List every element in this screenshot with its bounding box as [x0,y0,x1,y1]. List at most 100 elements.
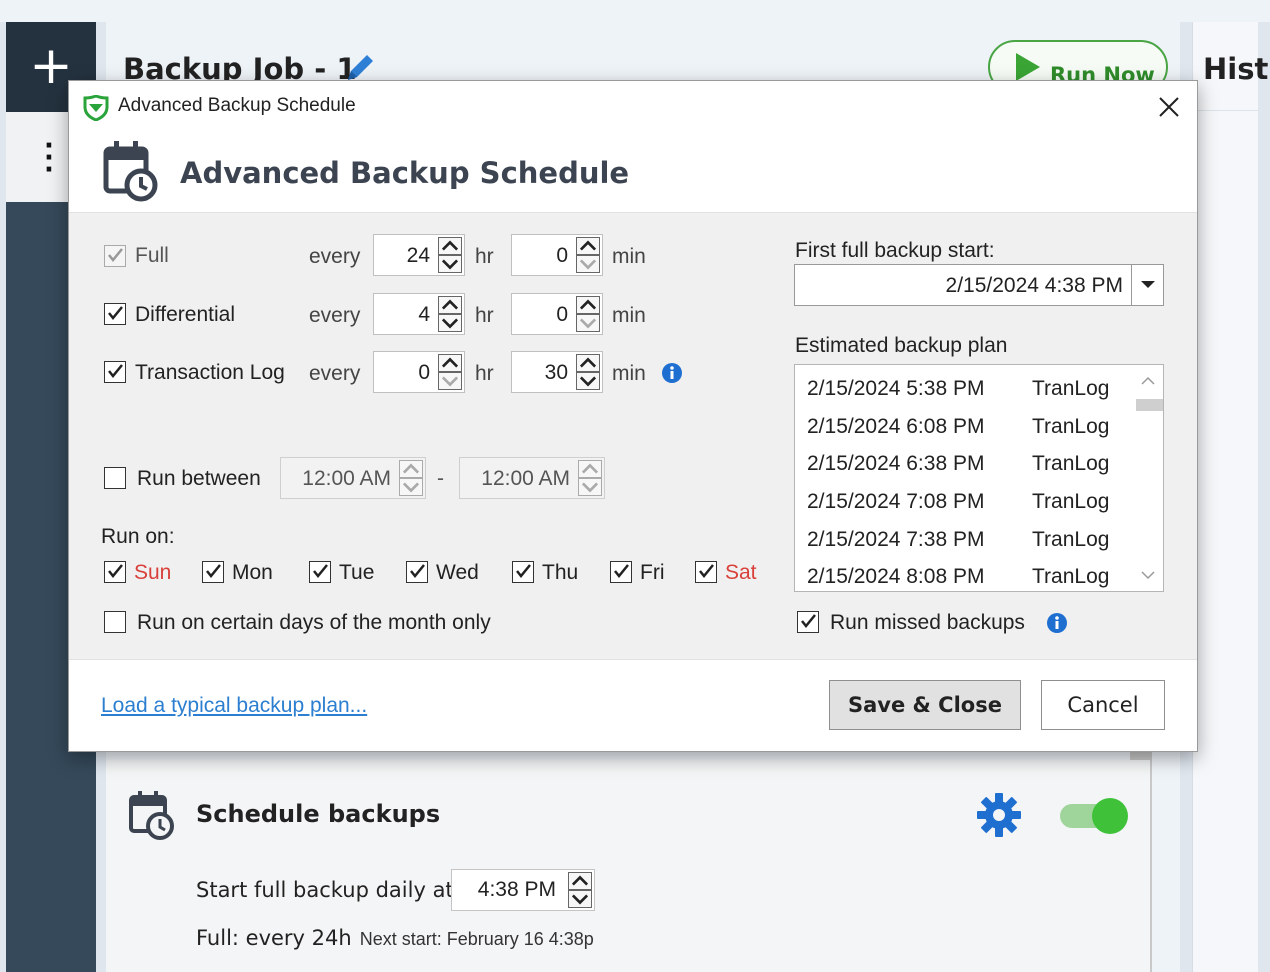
tranlog-min-label: min [612,362,646,385]
run-between-start-up-button[interactable] [399,460,423,478]
day-fri-label: Fri [640,561,665,584]
day-sun-checkbox[interactable] [104,561,126,583]
day-tue-label: Tue [339,561,375,584]
shield-logo-icon [83,95,109,121]
next-start-text: Next start: February 16 4:38p [359,929,594,949]
calendar-clock-icon [129,791,174,840]
run-between-start-value: 12:00 AM [302,467,391,490]
schedule-toggle[interactable] [1060,798,1130,834]
tranlog-hours-spinner[interactable]: 0 [373,351,465,393]
estimated-plan-label: Estimated backup plan [795,334,1008,357]
dialog-window-title: Advanced Backup Schedule [118,95,356,116]
tranlog-checkbox[interactable] [104,361,126,383]
tranlog-every-label: every [309,362,361,385]
top-strip [0,0,1270,22]
day-wed-label: Wed [436,561,479,584]
history-title: Hist [1203,52,1269,86]
schedule-title: Schedule backups [196,800,441,828]
save-close-button[interactable]: Save & Close [829,680,1021,730]
history-panel [1192,22,1259,972]
tranlog-minutes-value: 30 [544,361,568,384]
full-hours-down-button[interactable] [438,255,462,273]
differential-minutes-value: 0 [556,303,568,326]
full-hours-up-button[interactable] [438,237,462,255]
tranlog-hours-down-button[interactable] [438,372,462,390]
run-between-end-spinner[interactable]: 12:00 AM [459,457,605,499]
day-fri-checkbox[interactable] [610,561,632,583]
gear-icon[interactable] [976,792,1022,838]
full-minutes-up-button[interactable] [576,237,600,255]
load-typical-plan-link[interactable]: Load a typical backup plan... [101,694,367,718]
differential-hours-value: 4 [418,303,430,326]
differential-label: Differential [135,303,235,326]
full-checkbox[interactable] [104,245,126,267]
first-full-datetime-picker[interactable]: 2/15/2024 4:38 PM [794,264,1164,306]
first-full-value: 2/15/2024 4:38 PM [945,274,1123,297]
plan-list-scrollbar[interactable] [1133,365,1163,591]
run-between-start-down-button[interactable] [399,478,423,496]
differential-minutes-up-button[interactable] [576,296,600,314]
dialog-header-title: Advanced Backup Schedule [180,156,630,190]
differential-hours-up-button[interactable] [438,296,462,314]
run-between-start-spinner[interactable]: 12:00 AM [280,457,426,499]
run-between-label: Run between [137,467,261,490]
chevron-down-icon[interactable] [1131,265,1163,305]
full-summary: Full: every 24h Next start: February 16 4… [196,926,594,950]
tranlog-minutes-up-button[interactable] [576,354,600,372]
run-on-label: Run on: [101,525,175,548]
full-hours-spinner[interactable]: 24 [373,234,465,276]
full-minutes-value: 0 [556,244,568,267]
close-icon[interactable] [1157,95,1181,119]
differential-minutes-down-button[interactable] [576,314,600,332]
full-minutes-down-button[interactable] [576,255,600,273]
tranlog-minutes-spinner[interactable]: 30 [511,351,603,393]
day-mon-checkbox[interactable] [202,561,224,583]
info-icon[interactable] [1046,612,1068,634]
info-icon[interactable] [661,362,683,384]
run-between-end-down-button[interactable] [578,478,602,496]
tranlog-hours-up-button[interactable] [438,354,462,372]
first-full-label: First full backup start: [795,239,995,262]
day-sat-checkbox[interactable] [695,561,717,583]
run-missed-checkbox[interactable] [797,611,819,633]
calendar-clock-icon [103,141,158,202]
list-item: 2/15/2024 5:38 PM TranLog [807,377,1110,400]
differential-checkbox[interactable] [104,303,126,325]
edit-pencil-icon[interactable] [344,50,378,84]
differential-hours-down-button[interactable] [438,314,462,332]
start-daily-time-field[interactable]: 4:38 PM [451,869,595,911]
tranlog-hours-value: 0 [418,361,430,384]
full-hours-value: 24 [406,244,430,267]
differential-minutes-spinner[interactable]: 0 [511,293,603,335]
start-daily-label: Start full backup daily at [196,878,454,902]
start-daily-time-value: 4:38 PM [477,878,556,901]
differential-hours-spinner[interactable]: 4 [373,293,465,335]
day-mon-label: Mon [232,561,273,584]
dialog-titlebar[interactable]: Advanced Backup Schedule [69,81,1197,133]
full-minutes-spinner[interactable]: 0 [511,234,603,276]
estimated-plan-list[interactable]: 2/15/2024 5:38 PM TranLog 2/15/2024 6:08 … [794,364,1164,592]
tranlog-minutes-down-button[interactable] [576,372,600,390]
run-missed-label: Run missed backups [830,611,1025,634]
differential-min-label: min [612,304,646,327]
differential-hr-label: hr [475,304,494,327]
list-item: 2/15/2024 6:08 PM TranLog [807,415,1110,438]
more-options-icon[interactable]: · · · [38,133,60,183]
day-thu-checkbox[interactable] [512,561,534,583]
run-between-checkbox[interactable] [104,467,126,489]
cancel-button[interactable]: Cancel [1041,680,1165,730]
start-daily-down-button[interactable] [568,890,592,908]
day-sun-label: Sun [134,561,172,584]
certain-days-checkbox[interactable] [104,611,126,633]
day-sat-label: Sat [725,561,757,584]
list-item: 2/15/2024 7:38 PM TranLog [807,528,1110,551]
day-tue-checkbox[interactable] [309,561,331,583]
tranlog-label: Transaction Log [135,361,285,384]
run-between-end-up-button[interactable] [578,460,602,478]
run-between-end-value: 12:00 AM [481,467,570,490]
differential-every-label: every [309,304,361,327]
day-wed-checkbox[interactable] [406,561,428,583]
play-icon [1016,53,1040,81]
full-hr-label: hr [475,245,494,268]
start-daily-up-button[interactable] [568,872,592,890]
